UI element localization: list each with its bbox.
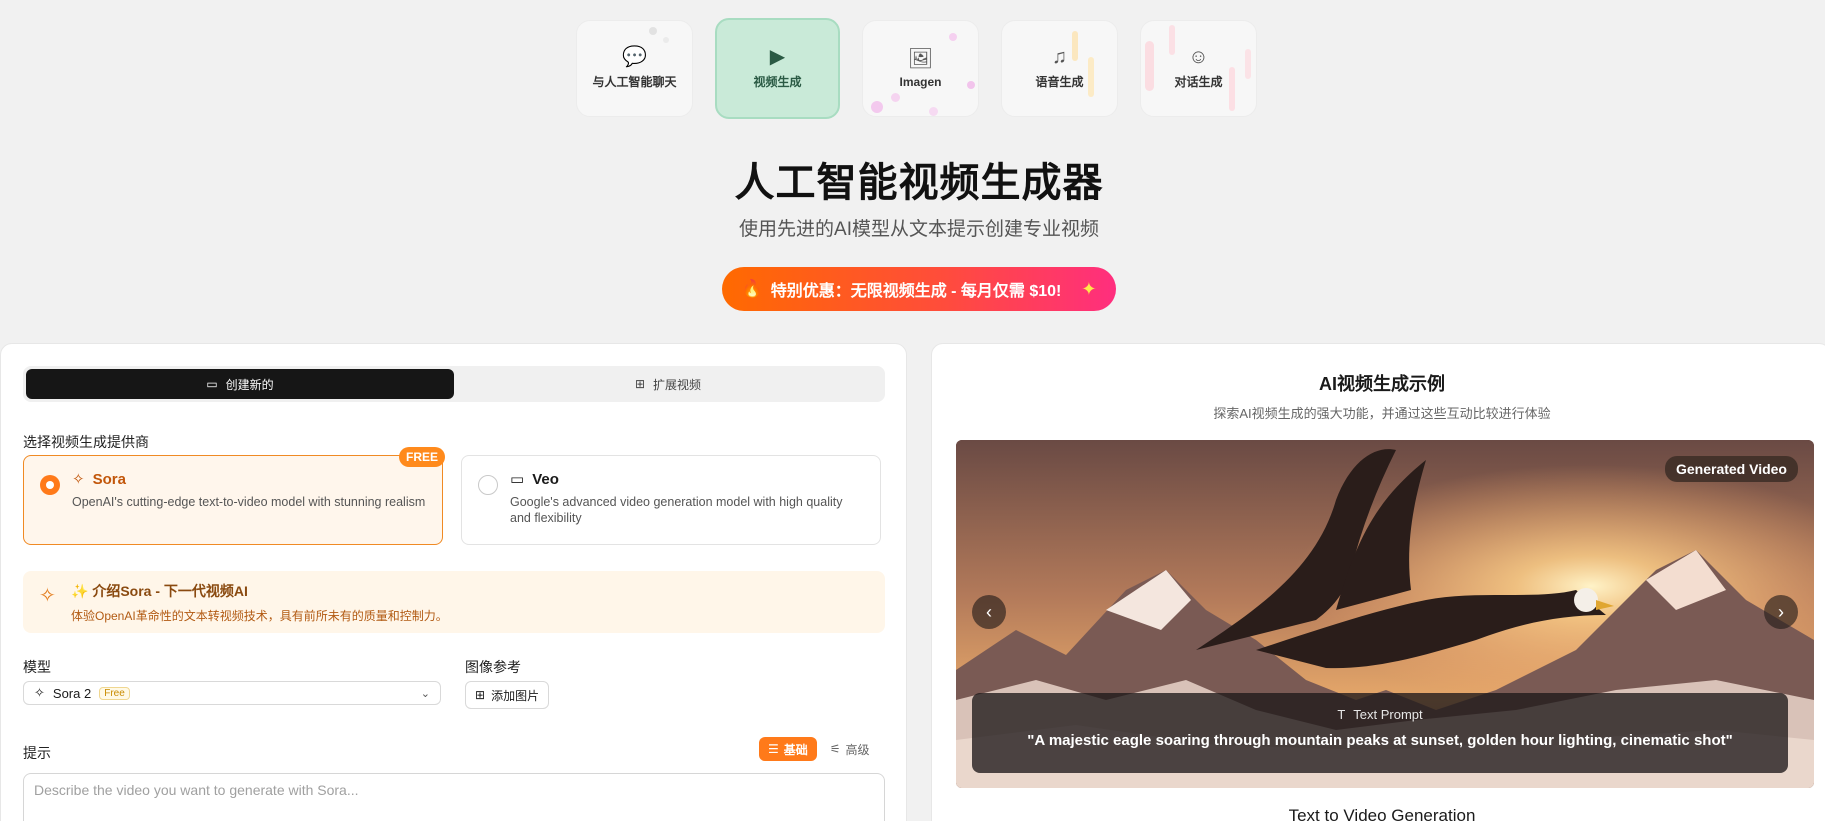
sparkle-icon: ✧: [34, 685, 45, 700]
tile-label: 对话生成: [1174, 75, 1223, 89]
image-spark-icon: 🖼: [907, 47, 934, 70]
page-title: 人工智能视频生成器: [734, 161, 1104, 205]
decor-dot: [649, 27, 657, 35]
example-title: Text to Video Generation: [1288, 806, 1476, 821]
provider-name: Sora: [92, 470, 126, 488]
prompt-label: 提示: [23, 745, 51, 761]
image-plus-icon: ⊞: [475, 688, 486, 702]
decor-dot: [929, 107, 938, 116]
decor-dot: [871, 101, 883, 113]
advanced-mode-button[interactable]: ⚟ 高级: [821, 737, 879, 761]
decor-dot: [891, 93, 900, 102]
tool-tiles: 💬 与人工智能聊天 ▶ 视频生成 🖼 Imagen ♫ 语音生成 ☺ 对话生成: [576, 18, 1257, 119]
intro-title: ✨ 介绍Sora - 下一代视频AI: [71, 583, 248, 599]
provider-sora[interactable]: ✧ Sora OpenAI's cutting-edge text-to-vid…: [23, 447, 445, 545]
decor-bar: [1145, 41, 1154, 91]
intro-desc: 体验OpenAI革命性的文本转视频技术，具有前所未有的质量和控制力。: [71, 609, 448, 623]
provider-desc: OpenAI's cutting-edge text-to-video mode…: [72, 495, 426, 509]
provider-veo[interactable]: ▭ Veo Google's advanced video generation…: [461, 455, 881, 545]
decor-dot: [967, 81, 975, 89]
example-carousel[interactable]: Generated Video ‹ › T Text Prompt "A maj…: [956, 440, 1814, 788]
tile-label: Imagen: [899, 74, 942, 89]
fire-icon: 🔥: [741, 279, 763, 298]
sparkle-icon: ✧: [39, 585, 56, 607]
decor-bar: [1072, 31, 1078, 61]
examples-panel: AI视频生成示例 探索AI视频生成的强大功能，并通过这些互动比较进行体验 Gen…: [931, 343, 1825, 821]
generated-video-badge: Generated Video: [1664, 456, 1798, 482]
tile-imagen[interactable]: 🖼 Imagen: [862, 20, 979, 117]
prev-button[interactable]: ‹: [972, 595, 1006, 629]
promo-text: 特别优惠：无限视频生成 - 每月仅需 $10!: [770, 283, 1062, 300]
tile-chat[interactable]: 💬 与人工智能聊天: [576, 20, 693, 117]
tile-label: 视频生成: [753, 75, 802, 89]
tab-create-new[interactable]: ▭ 创建新的: [26, 369, 454, 399]
mode-tabs: ▭ 创建新的 ⊞ 扩展视频: [23, 366, 885, 402]
sora-intro-callout: ✧ ✨ 介绍Sora - 下一代视频AI 体验OpenAI革命性的文本转视频技术…: [23, 571, 885, 633]
basic-mode-button[interactable]: ☰ 基础: [759, 737, 817, 761]
sliders-icon: ⚟: [829, 742, 841, 756]
video-spark-icon: ▶: [769, 46, 786, 68]
tab-extend-video[interactable]: ⊞ 扩展视频: [454, 369, 882, 399]
tile-voice[interactable]: ♫ 语音生成: [1001, 20, 1118, 117]
video-camera-icon: ▭: [206, 377, 218, 391]
tile-video[interactable]: ▶ 视频生成: [715, 18, 840, 119]
add-image-label: 添加图片: [491, 688, 540, 703]
text-icon: T: [1337, 707, 1346, 722]
mode-label: 高级: [845, 742, 870, 757]
decor-bar: [1245, 49, 1251, 79]
caption-text: "A majestic eagle soaring through mounta…: [1027, 732, 1733, 749]
calendar-plus-icon: ⊞: [634, 377, 646, 391]
provider-desc: Google's advanced video generation model…: [510, 495, 843, 525]
prompt-input[interactable]: Describe the video you want to generate …: [23, 773, 885, 821]
decor-bar: [1229, 67, 1235, 111]
free-badge: Free: [99, 686, 130, 700]
provider-label: 选择视频生成提供商: [23, 434, 149, 450]
sparkle-icon: ✦: [1081, 278, 1097, 299]
prompt-placeholder: Describe the video you want to generate …: [34, 782, 359, 798]
free-badge: FREE: [398, 447, 445, 467]
add-image-button[interactable]: ⊞ 添加图片: [465, 681, 550, 709]
decor-dot: [949, 33, 957, 41]
video-camera-icon: ▭: [510, 471, 525, 488]
caption-label: Text Prompt: [1353, 707, 1423, 722]
radio-sora[interactable]: [40, 475, 60, 495]
radio-veo[interactable]: [478, 475, 498, 495]
generator-panel: ▭ 创建新的 ⊞ 扩展视频 选择视频生成提供商 ✧ Sora OpenAI's …: [0, 343, 907, 821]
examples-subtitle: 探索AI视频生成的强大功能，并通过这些互动比较进行体验: [1213, 406, 1551, 421]
sparkle-icon: ✧: [72, 471, 85, 488]
provider-name: Veo: [532, 470, 559, 488]
tile-label: 语音生成: [1035, 75, 1084, 89]
chevron-down-icon: ⌄: [420, 687, 430, 700]
promo-banner[interactable]: 🔥 特别优惠：无限视频生成 - 每月仅需 $10! ✦: [722, 267, 1116, 311]
tile-label: 与人工智能聊天: [592, 75, 677, 89]
decor-bar: [1088, 57, 1094, 97]
decor-bar: [1169, 25, 1175, 55]
image-ref-label: 图像参考: [465, 659, 521, 675]
decor-dot: [663, 37, 669, 43]
tab-label: 扩展视频: [653, 377, 702, 392]
tab-label: 创建新的: [225, 377, 274, 392]
chat-icon: 💬: [622, 46, 647, 68]
audio-wave-icon: ♫: [1052, 46, 1067, 68]
dialogue-spark-icon: ☺: [1188, 46, 1209, 68]
model-label: 模型: [23, 659, 51, 675]
list-icon: ☰: [768, 742, 779, 756]
next-button[interactable]: ›: [1764, 595, 1798, 629]
mode-label: 基础: [783, 742, 808, 757]
prompt-caption: T Text Prompt "A majestic eagle soaring …: [972, 693, 1788, 773]
tile-dialogue[interactable]: ☺ 对话生成: [1140, 20, 1257, 117]
page-subtitle: 使用先进的AI模型从文本提示创建专业视频: [739, 219, 1099, 240]
model-select[interactable]: ✧ Sora 2 Free ⌄: [23, 681, 441, 705]
examples-title: AI视频生成示例: [1319, 374, 1445, 394]
prompt-mode-toggle: ☰ 基础 ⚟ 高级: [759, 737, 879, 761]
model-value: Sora 2: [52, 685, 92, 701]
